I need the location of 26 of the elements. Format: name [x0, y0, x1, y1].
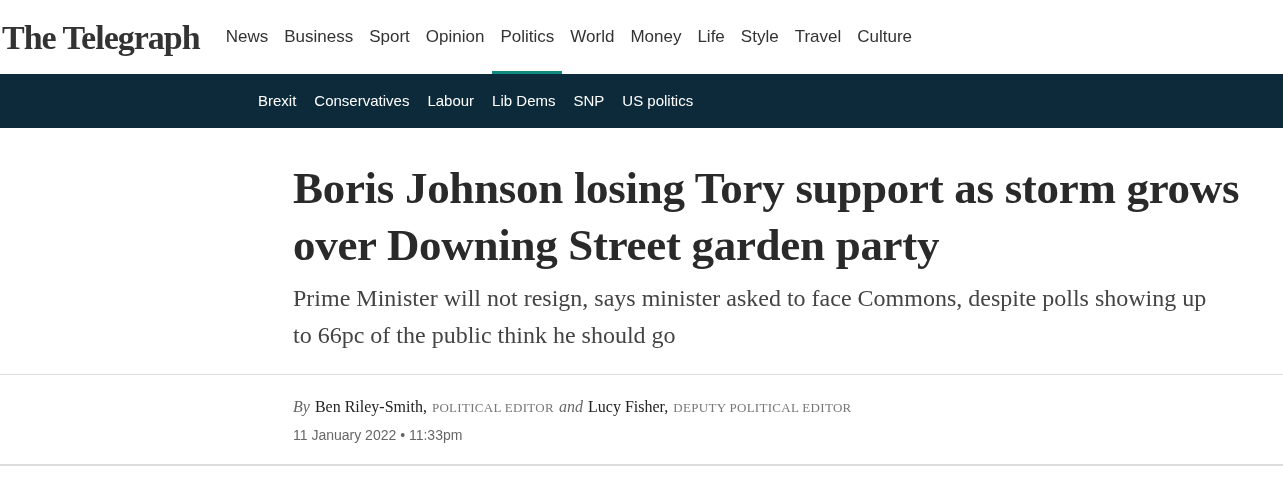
subnav-link[interactable]: US politics — [613, 89, 703, 113]
author-role: POLITICAL EDITOR — [431, 399, 555, 417]
subnav-link[interactable]: Conservatives — [305, 89, 419, 113]
nav-tab[interactable]: World — [562, 0, 623, 74]
author-name[interactable]: Lucy Fisher, — [588, 395, 669, 419]
subnav-link[interactable]: Brexit — [249, 89, 306, 113]
author-name[interactable]: Ben Riley-Smith, — [314, 395, 427, 419]
nav-tab[interactable]: Travel — [786, 0, 850, 74]
byline-conjunction: and — [559, 397, 584, 417]
nav-tab[interactable]: Opinion — [417, 0, 493, 74]
nav-tab[interactable]: Culture — [849, 0, 921, 74]
logo[interactable]: The Telegraph — [0, 0, 218, 74]
headline: Boris Johnson losing Tory support as storm grows over Downing Street garden party — [293, 162, 1241, 272]
author-role: DEPUTY POLITICAL EDITOR — [673, 399, 852, 417]
byline-conjunction: By — [293, 397, 310, 418]
nav-tab[interactable]: Money — [622, 0, 690, 74]
nav-tab[interactable]: News — [217, 0, 277, 74]
subnav-link[interactable]: Labour — [418, 89, 484, 113]
timestamp: 11 January 2022 • 11:33pm — [293, 426, 464, 445]
standfirst: Prime Minister will not resign, says minister asked to face Commons, despite polls showing up to 66pc of the public think he should go — [293, 284, 1208, 350]
subnav-link[interactable]: SNP — [564, 89, 614, 113]
nav-tab[interactable]: Life — [689, 0, 733, 74]
subnav-link[interactable]: Lib Dems — [483, 89, 565, 113]
nav-tab[interactable]: Style — [732, 0, 787, 74]
nav-tab[interactable]: Business — [276, 0, 362, 74]
nav-tab[interactable]: Sport — [361, 0, 418, 74]
